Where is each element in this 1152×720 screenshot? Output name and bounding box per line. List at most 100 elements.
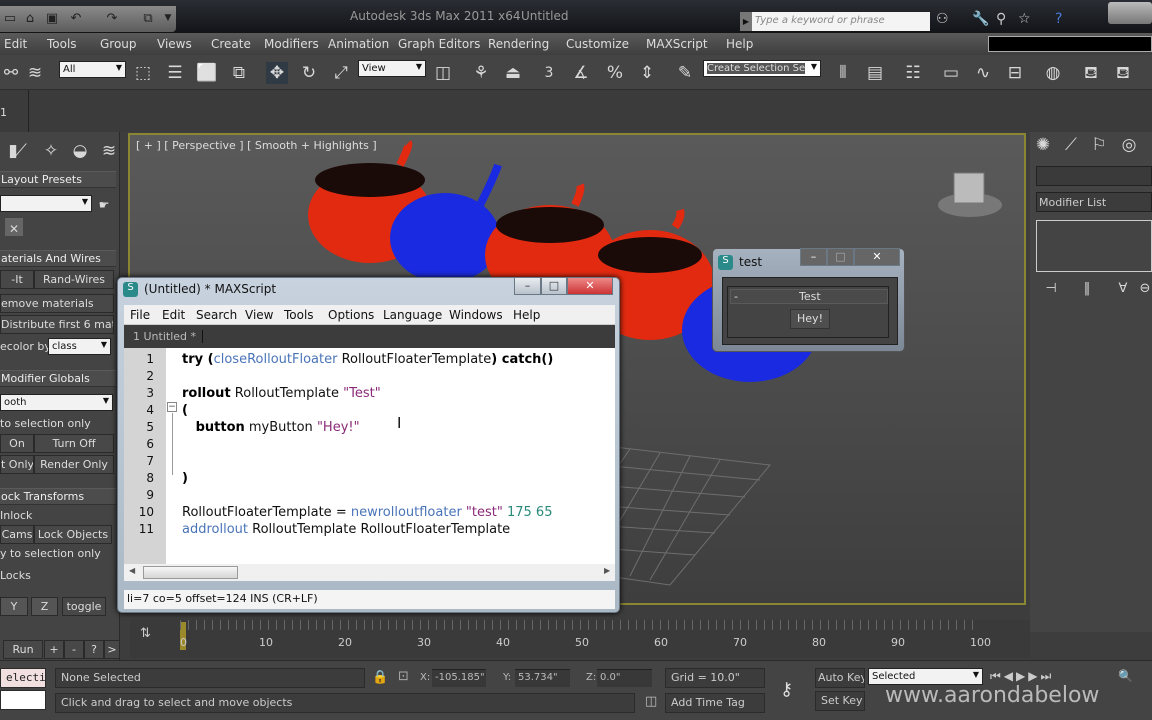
rendered-frame-window-icon[interactable]: ⛾ — [1112, 62, 1134, 84]
save-icon[interactable]: ▣ — [44, 11, 60, 26]
menu-rendering[interactable]: Rendering — [488, 37, 549, 51]
menu-animation[interactable]: Animation — [328, 37, 389, 51]
render-setup-icon[interactable]: ⛾ — [1080, 62, 1102, 84]
schematic-view-icon[interactable]: ⊟ — [1004, 62, 1026, 84]
lock-z-button[interactable]: Z — [31, 597, 58, 616]
menu-views[interactable]: Views — [157, 37, 192, 51]
spinner-snap-icon[interactable]: ⇕ — [636, 62, 658, 84]
percent-snap-icon[interactable]: % — [604, 62, 626, 84]
mirror-icon[interactable]: ⫴ — [832, 62, 854, 84]
menu-file[interactable]: File — [130, 308, 150, 322]
recolor-by-dropdown[interactable]: class ▼ — [48, 338, 111, 355]
turn-off-button[interactable]: Turn Off — [34, 434, 114, 453]
motion-panel-icon[interactable]: ◎ — [1118, 134, 1140, 156]
lock-transforms-header[interactable]: ock Transforms — [0, 488, 116, 505]
rollout-collapse-icon[interactable]: - — [734, 290, 738, 303]
curve-editor-icon[interactable]: ∿ — [972, 62, 994, 84]
scroll-left-icon[interactable]: ◀ — [129, 566, 135, 575]
layout-preset-dropdown[interactable]: ▼ — [0, 195, 92, 212]
set-key-icon[interactable]: ⚷ — [780, 679, 793, 700]
viewport-only-button[interactable]: t Only — [0, 455, 34, 474]
absolute-mode-icon[interactable]: ⊡ — [398, 669, 409, 684]
z-coordinate-field[interactable]: 0.0" — [597, 669, 652, 687]
menu-help[interactable]: Help — [726, 37, 753, 51]
select-and-move-icon[interactable]: ✥ — [266, 62, 288, 84]
reference-coordinate-dropdown[interactable]: View ▼ — [358, 60, 426, 77]
remove-modifier-icon[interactable]: ⊖ — [1134, 278, 1152, 300]
code-editor[interactable]: 1 2 3 4 5 6 7 8 9 10 11 − try (closeRolloutFloater… — [124, 348, 615, 564]
add-time-tag-button[interactable]: Add Time Tag — [665, 693, 765, 713]
modify-panel-icon[interactable]: ⟋ — [1060, 134, 1082, 156]
menu-windows[interactable]: Windows — [449, 308, 503, 322]
scroll-right-icon[interactable]: ▶ — [604, 566, 610, 575]
menu-search[interactable]: Search — [196, 308, 237, 322]
select-and-scale-icon[interactable]: ⤢ — [330, 62, 352, 84]
floater-maximize-button[interactable]: □ — [827, 248, 854, 266]
search-input[interactable]: Type a keyword or phrase — [752, 12, 930, 31]
redo-icon[interactable]: ↷ — [104, 11, 120, 26]
qat-dropdown-icon[interactable]: ▼ — [160, 11, 176, 26]
help-icon[interactable]: ? — [1055, 11, 1062, 27]
delete-preset-icon[interactable]: ✕ — [5, 218, 23, 236]
angle-snap-icon[interactable]: ∡ — [570, 62, 592, 84]
lock-objects-button[interactable]: Lock Objects — [34, 525, 112, 544]
minimize-button[interactable]: – — [514, 277, 541, 295]
window-minimize-button[interactable] — [1108, 2, 1152, 24]
menu-options[interactable]: Options — [328, 308, 374, 322]
maximize-button[interactable]: □ — [541, 277, 567, 295]
window-crossing-icon[interactable]: ⧉ — [228, 62, 250, 84]
floater-close-button[interactable]: ✕ — [854, 248, 900, 266]
show-end-result-icon[interactable]: ‖ — [1076, 278, 1098, 300]
menu-help[interactable]: Help — [513, 308, 540, 322]
close-button[interactable]: ✕ — [567, 277, 613, 295]
turn-on-button[interactable]: On — [0, 434, 34, 453]
rectangular-selection-icon[interactable]: ⬜ — [196, 62, 218, 84]
code-line[interactable]: button myButton "Hey!" — [182, 420, 360, 435]
pivot-center-icon[interactable]: ◫ — [432, 62, 454, 84]
run-button[interactable]: Run — [3, 640, 43, 659]
menu-maxscript[interactable]: MAXScript — [646, 37, 708, 51]
align-icon[interactable]: ▤ — [864, 62, 886, 84]
motion-tab-icon[interactable]: ◒ — [69, 140, 91, 162]
code-line[interactable]: ( — [182, 403, 188, 418]
set-key-button[interactable]: Set Key — [815, 691, 865, 711]
select-object-icon[interactable]: ⬚ — [132, 62, 154, 84]
help-button[interactable]: ? — [84, 640, 104, 659]
next-button[interactable]: > — [104, 640, 120, 659]
tab-untitled[interactable]: 1 Untitled * — [133, 330, 204, 343]
menu-customize[interactable]: Customize — [566, 37, 629, 51]
modifier-list-dropdown[interactable]: Modifier List — [1036, 192, 1152, 212]
utilities-icon[interactable]: ✺ — [1032, 134, 1054, 156]
bind-space-warp-icon[interactable]: ≋ — [24, 62, 46, 84]
scrollbar-thumb[interactable] — [143, 566, 238, 579]
menu-group[interactable]: Group — [100, 37, 137, 51]
plus-button[interactable]: + — [44, 640, 64, 659]
search-expand-icon[interactable]: ▶ — [740, 12, 752, 31]
mini-curve-editor-icon[interactable]: ⇅ — [140, 626, 151, 641]
code-line[interactable]: rollout RolloutTemplate "Test" — [182, 386, 381, 401]
rollout-header[interactable]: - Test — [730, 289, 888, 304]
maxscript-listener-output[interactable] — [0, 690, 46, 710]
render-only-button[interactable]: Render Only — [34, 455, 114, 474]
layers-icon[interactable]: ≋ — [98, 140, 120, 162]
undo-icon[interactable]: ↶ — [68, 11, 84, 26]
new-file-icon[interactable]: ▭ — [2, 11, 18, 26]
lock-cams-button[interactable]: Cams — [0, 525, 34, 544]
distribute-mats-button[interactable]: Distribute first 6 mats. — [0, 315, 114, 334]
select-and-rotate-icon[interactable]: ↻ — [298, 62, 320, 84]
unlink-icon[interactable]: ⚯ — [0, 62, 22, 84]
menu-graph-editors[interactable]: Graph Editors — [398, 37, 480, 51]
menu-edit[interactable]: Edit — [4, 37, 27, 51]
rand-wires-button[interactable]: Rand-Wires — [34, 270, 114, 289]
zoom-icon[interactable]: 🔍 — [1118, 669, 1133, 683]
track-bar[interactable]: ⇅ 0 10 20 30 40 50 60 70 80 90 100 — [130, 620, 1030, 658]
keyboard-shortcut-override-icon[interactable]: ⏏ — [502, 62, 524, 84]
layer-manager-icon[interactable]: ☷ — [902, 62, 924, 84]
object-name-field[interactable] — [1036, 166, 1152, 186]
edit-named-selection-icon[interactable]: ✎ — [674, 62, 696, 84]
smooth-dropdown[interactable]: ooth ▼ — [0, 394, 113, 411]
modifier-globals-header[interactable]: Modifier Globals — [0, 370, 116, 387]
hierarchy-panel-icon[interactable]: ⚐ — [1088, 134, 1110, 156]
toggle-button[interactable]: toggle — [62, 597, 106, 616]
graphite-tools-icon[interactable]: ▭ — [940, 62, 962, 84]
